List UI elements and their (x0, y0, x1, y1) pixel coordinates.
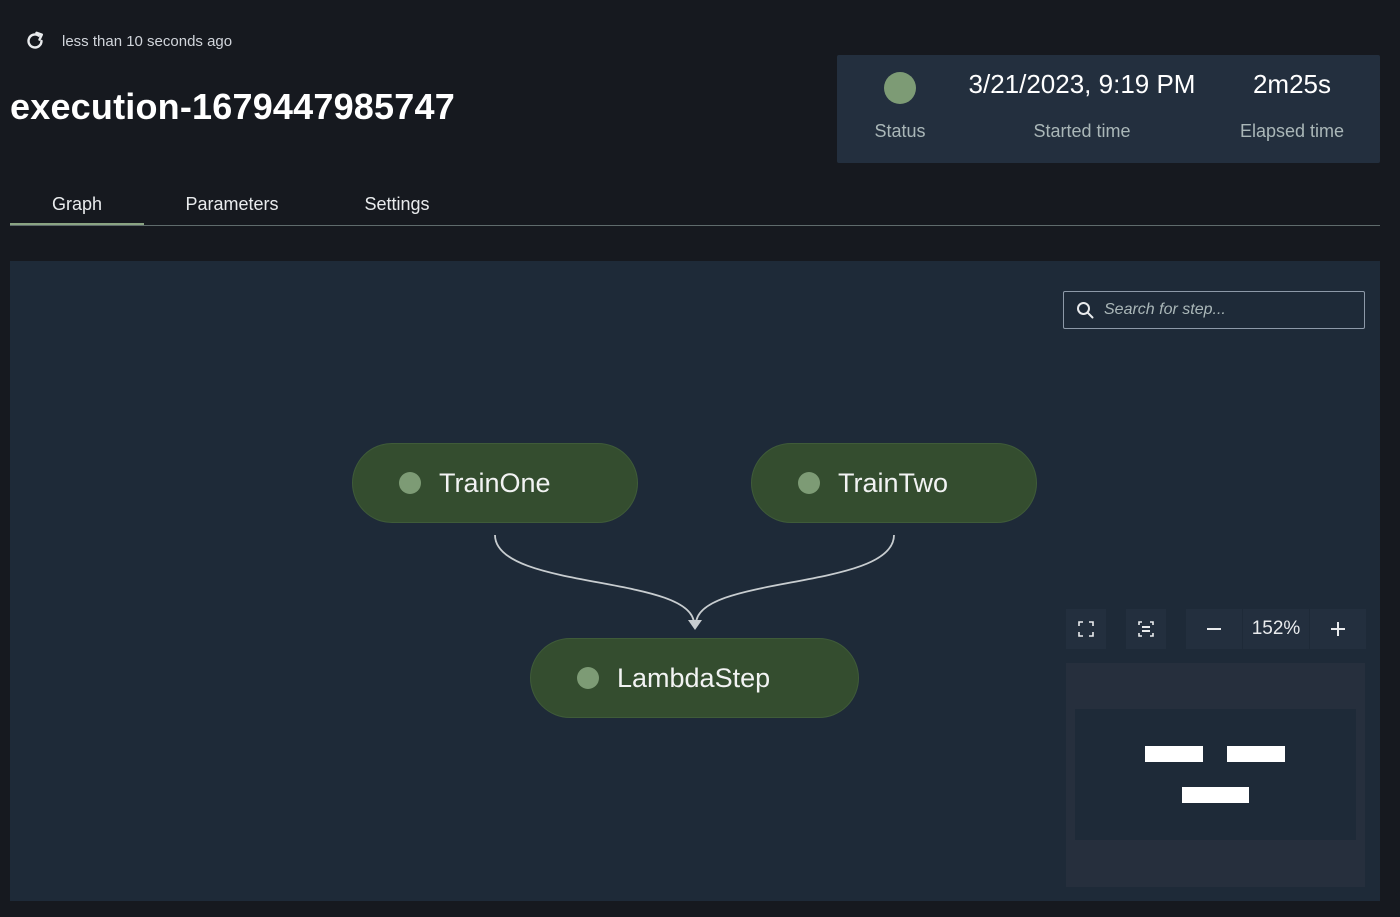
minus-icon (1207, 628, 1221, 630)
step-node-traintwo[interactable]: TrainTwo (751, 443, 1037, 523)
started-time-label: Started time (1033, 121, 1131, 141)
step-node-trainone[interactable]: TrainOne (352, 443, 638, 523)
zoom-level: 152% (1243, 609, 1309, 649)
minimap-node-traintwo (1227, 746, 1285, 762)
minimap-node-trainone (1145, 746, 1203, 762)
minimap-viewport[interactable] (1075, 709, 1356, 840)
started-time-value: 3/21/2023, 9:19 PM (968, 69, 1196, 99)
refresh-icon (27, 31, 43, 49)
tab-settings[interactable]: Settings (340, 186, 454, 225)
step-label: TrainTwo (838, 467, 949, 498)
minimap-node-lambdastep (1182, 787, 1249, 803)
tab-bar: Graph Parameters Settings (10, 186, 1380, 226)
tab-graph[interactable]: Graph (10, 186, 144, 225)
elapsed-time-value: 2m25s (1252, 69, 1332, 99)
started-time-stat: 3/21/2023, 9:19 PM Started time (947, 55, 1217, 163)
zoom-level-value: 152% (1251, 618, 1301, 639)
center-view-icon (1138, 621, 1154, 637)
search-icon (1077, 302, 1094, 319)
zoom-out-button[interactable] (1186, 609, 1242, 649)
refresh-button[interactable] (22, 28, 48, 54)
status-label: Status (874, 121, 926, 141)
plus-icon (1331, 622, 1345, 636)
elapsed-time-stat: 2m25s Elapsed time (1219, 55, 1365, 163)
step-search[interactable] (1063, 291, 1365, 329)
search-input[interactable] (1104, 301, 1364, 319)
tab-parameters[interactable]: Parameters (170, 186, 294, 225)
step-label: LambdaStep (617, 662, 771, 693)
zoom-in-button[interactable] (1310, 609, 1366, 649)
status-indicator (884, 72, 916, 104)
step-node-lambdastep[interactable]: LambdaStep (530, 638, 859, 718)
fit-to-screen-button[interactable] (1066, 609, 1106, 649)
graph-minimap[interactable] (1066, 663, 1365, 887)
last-updated-text: less than 10 seconds ago (62, 32, 233, 50)
step-status-indicator (399, 472, 421, 494)
elapsed-time-label: Elapsed time (1239, 121, 1345, 141)
step-status-indicator (577, 667, 599, 689)
center-view-button[interactable] (1126, 609, 1166, 649)
page-title: execution-1679447985747 (10, 86, 455, 127)
step-label: TrainOne (439, 467, 551, 498)
execution-summary-card: Status 3/21/2023, 9:19 PM Started time 2… (837, 55, 1380, 163)
refresh-bar: less than 10 seconds ago (22, 28, 232, 54)
fit-to-screen-icon (1078, 621, 1094, 637)
status-stat: Status (837, 55, 963, 163)
step-status-indicator (798, 472, 820, 494)
